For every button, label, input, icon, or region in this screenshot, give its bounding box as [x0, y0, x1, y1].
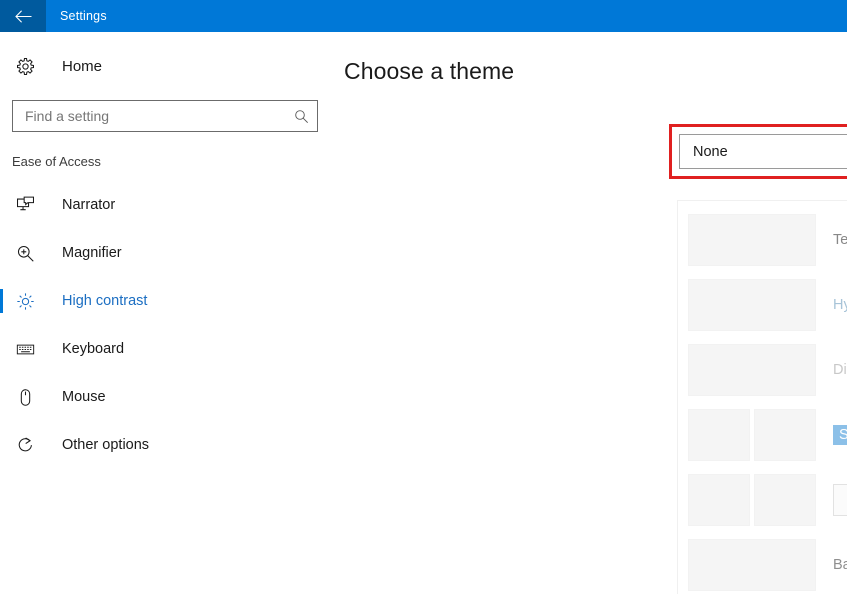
sidebar-item-magnifier-label: Magnifier: [46, 245, 122, 261]
sidebar-item-other-options[interactable]: Other options: [0, 421, 332, 469]
color-swatch: [754, 474, 816, 526]
preview-swatches: [688, 214, 818, 266]
other-options-icon: [16, 436, 46, 455]
color-swatch: [688, 344, 816, 396]
search-icon[interactable]: [288, 109, 309, 124]
preview-swatches: [688, 279, 818, 331]
theme-select[interactable]: None: [679, 134, 847, 169]
preview-row-disabled-text: Disabled Text: [688, 337, 847, 402]
sidebar-nav: Narrator Magnifier: [0, 181, 332, 469]
preview-label-hyperlinks: Hyperlinks: [818, 297, 847, 313]
gear-icon: [16, 57, 46, 76]
preview-swatches: [688, 539, 818, 591]
theme-select-value: None: [693, 144, 847, 160]
sidebar-item-magnifier[interactable]: Magnifier: [0, 229, 332, 277]
preview-row-hyperlinks: Hyperlinks: [688, 272, 847, 337]
sidebar-item-narrator[interactable]: Narrator: [0, 181, 332, 229]
color-swatch: [688, 539, 816, 591]
preview-swatches: [688, 474, 818, 526]
sidebar-item-home[interactable]: Home: [0, 46, 332, 86]
color-swatch: [754, 409, 816, 461]
preview-row-text: Text: [688, 207, 847, 272]
sidebar-item-other-options-label: Other options: [46, 437, 149, 453]
sidebar-item-home-label: Home: [46, 58, 102, 75]
sidebar-item-high-contrast[interactable]: High contrast: [0, 277, 332, 325]
title-bar: Settings: [0, 0, 847, 32]
preview-label-button-text: Button Text: [833, 484, 847, 516]
search-box[interactable]: [12, 100, 318, 132]
sidebar-item-narrator-label: Narrator: [46, 197, 115, 213]
preview-row-selected-text: Selected Text: [688, 402, 847, 467]
window-title: Settings: [46, 0, 107, 32]
color-swatch: [688, 214, 816, 266]
sidebar-item-keyboard-label: Keyboard: [46, 341, 124, 357]
sidebar-item-mouse-label: Mouse: [46, 389, 106, 405]
app-body: Home Ease of Access: [0, 32, 847, 562]
main-content: Choose a theme None Text Hyperl: [332, 32, 847, 562]
keyboard-icon: [16, 340, 46, 359]
preview-row-background: Background: [688, 532, 847, 597]
theme-preview-panel: Text Hyperlinks Disabled Text Sel: [677, 200, 847, 594]
sidebar-group-title: Ease of Access: [12, 154, 332, 169]
mouse-icon: [16, 388, 46, 407]
preview-label-disabled-text: Disabled Text: [818, 362, 847, 378]
sidebar-item-high-contrast-label: High contrast: [46, 293, 147, 309]
color-swatch: [688, 409, 750, 461]
preview-label-background: Background: [818, 557, 847, 573]
sidebar-item-keyboard[interactable]: Keyboard: [0, 325, 332, 373]
sidebar-item-mouse[interactable]: Mouse: [0, 373, 332, 421]
search-input[interactable]: [25, 108, 288, 124]
magnifier-icon: [16, 244, 46, 263]
preview-label-text: Text: [818, 232, 847, 248]
preview-row-button-text: Button Text: [688, 467, 847, 532]
brightness-icon: [16, 292, 46, 311]
narrator-icon: [16, 196, 46, 215]
page-title: Choose a theme: [344, 58, 847, 85]
sidebar: Home Ease of Access: [0, 32, 332, 562]
back-arrow-icon: [15, 10, 32, 23]
back-button[interactable]: [0, 0, 46, 32]
preview-swatches: [688, 344, 818, 396]
color-swatch: [688, 474, 750, 526]
color-swatch: [688, 279, 816, 331]
preview-label-selected-text: Selected Text: [833, 425, 847, 445]
preview-swatches: [688, 409, 818, 461]
